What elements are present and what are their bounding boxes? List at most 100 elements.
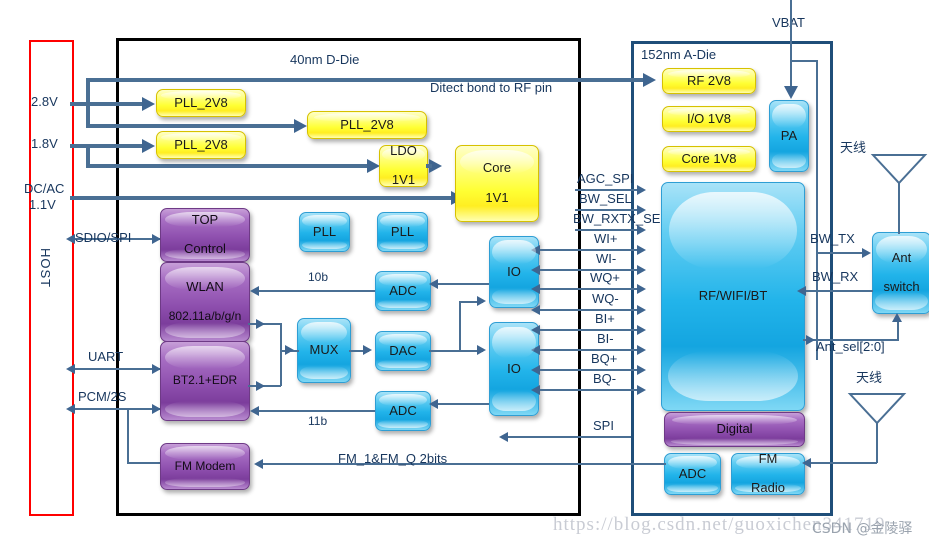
signal-label-bq-plus: BQ+ xyxy=(591,351,618,366)
arrow-adc1-to-wlan xyxy=(250,286,259,296)
block-io-1v8: I/O 1V8 xyxy=(662,106,756,132)
block-adc-1-label: ADC xyxy=(389,282,417,298)
rail-label-dcac: DC/AC xyxy=(24,181,65,196)
arrow-io1-to-adc1 xyxy=(429,279,438,289)
signal-label-wq-plus: WQ+ xyxy=(590,270,620,285)
wire-vbat-down xyxy=(790,0,792,90)
block-ldo-1v1-line2: 1V1 xyxy=(391,172,416,187)
arrow-bw-rxtx-sel xyxy=(637,225,646,235)
block-pll-2v8-a-label: PLL_2V8 xyxy=(174,94,228,110)
arrow-dac-to-io1 xyxy=(477,296,486,306)
block-fm-radio-line1: FM xyxy=(758,453,778,466)
block-digital-label: Digital xyxy=(716,421,753,437)
block-ant-switch-line2: switch xyxy=(883,279,920,295)
label-bw-tx: BW_TX xyxy=(810,231,855,246)
label-pcm-i2s: PCM/2S xyxy=(78,389,127,404)
arrow-bw-rx xyxy=(797,286,806,296)
block-ant-switch-line1: Ant xyxy=(891,249,912,265)
label-sdio-spi: SDIO/SPI xyxy=(75,230,132,245)
arrow-sdio-spi-left xyxy=(66,234,75,244)
block-pll-2-label: PLL xyxy=(390,223,415,239)
block-top-control-label: TOP Control xyxy=(178,211,232,258)
block-core-1v8-label: Core 1V8 xyxy=(681,150,737,166)
wire-adc1-to-wlan xyxy=(256,290,375,292)
block-adc-2: ADC xyxy=(375,391,431,431)
wire-bq-plus xyxy=(537,369,639,371)
arrow-dac-to-io2 xyxy=(477,345,486,355)
block-core-1v1-line1: Core xyxy=(482,160,512,176)
wire-2v8-to-pll2 xyxy=(86,124,296,128)
arrow-wi-plus-r xyxy=(637,245,646,255)
label-ant-sel: Ant_sel[2:0] xyxy=(816,339,885,354)
wire-fm-to-adc-adie xyxy=(631,463,666,465)
block-io-1v8-label: I/O 1V8 xyxy=(686,110,732,126)
block-diagram-canvas: HOST 40nm D-Die 152nm A-Die 2.8V 1.8V DC… xyxy=(0,0,929,539)
wire-antenna-to-fm-radio xyxy=(808,462,840,464)
label-10b: 10b xyxy=(308,270,329,284)
block-io-2-label: IO xyxy=(507,360,521,376)
arrow-vbat-to-pa xyxy=(784,86,798,99)
block-ant-switch: Ant switch xyxy=(872,232,929,314)
block-pll-1-label: PLL xyxy=(312,223,337,239)
block-pll-2v8-b: PLL_2V8 xyxy=(307,111,427,139)
block-core-1v8: Core 1V8 xyxy=(662,146,756,172)
arrow-mux-to-dac xyxy=(363,345,372,355)
block-dac: DAC xyxy=(375,331,431,371)
signal-label-agc-spi: AGC_SPI xyxy=(577,171,634,186)
antenna-top-icon xyxy=(870,154,928,234)
wire-wq-minus xyxy=(537,309,639,311)
block-pll-2v8-b-label: PLL_2V8 xyxy=(340,116,394,132)
arrow-wi-minus-r xyxy=(637,265,646,275)
d-die-label: 40nm D-Die xyxy=(290,52,360,67)
wire-adc2-to-bt xyxy=(256,410,375,412)
block-bt-label: BT2.1+EDR xyxy=(172,373,238,388)
wire-adie-top-rail xyxy=(790,60,818,62)
block-rf-2v8-label: RF 2V8 xyxy=(686,72,732,88)
label-antenna-bottom: 天线 xyxy=(856,371,883,386)
arrow-ant-sel-right xyxy=(806,335,815,345)
wire-pcm-to-fm-modem xyxy=(127,462,161,464)
arrow-bq-minus-r xyxy=(637,385,646,395)
signal-label-spi: SPI xyxy=(593,418,614,433)
block-digital: Digital xyxy=(664,412,805,447)
block-fm-radio-label: FM Radio xyxy=(745,453,791,494)
signal-label-bi-minus: BI- xyxy=(597,331,614,346)
block-core-1v1: Core 1V1 xyxy=(455,145,539,222)
arrow-wq-minus-l xyxy=(531,305,540,315)
antenna-bottom-icon xyxy=(839,393,907,464)
arrow-bi-plus-r xyxy=(637,325,646,335)
block-ldo-1v1-label: LDO 1V1 xyxy=(384,146,423,187)
arrow-antenna-to-fm-radio xyxy=(802,458,811,468)
arrow-2v8-to-pll1 xyxy=(142,97,155,111)
wire-pcm-i2s xyxy=(75,408,160,410)
arrow-2v8-to-pll2 xyxy=(294,119,307,133)
wire-io2-to-adc2 xyxy=(435,403,489,405)
wire-mux-join-v xyxy=(280,323,282,386)
block-pll-1: PLL xyxy=(299,212,350,252)
wire-adie-right-rail xyxy=(816,60,818,360)
block-fm-modem: FM Modem xyxy=(160,443,250,490)
wire-bi-minus xyxy=(537,349,639,351)
block-wlan: WLAN 802.11a/b/g/n xyxy=(160,262,250,342)
wire-1v1-to-core xyxy=(70,196,453,200)
arrow-uart-left xyxy=(66,364,75,374)
arrow-wq-minus-r xyxy=(637,305,646,315)
wire-uart xyxy=(75,368,160,370)
host-label: HOST xyxy=(38,248,53,289)
wire-wi-minus xyxy=(537,269,639,271)
direct-bond-label: Ditect bond to RF pin xyxy=(430,80,553,95)
block-ldo-1v1: LDO 1V1 xyxy=(379,145,428,187)
block-top-control-line1: TOP xyxy=(191,211,219,227)
wire-2v8-branch-down xyxy=(86,102,90,126)
arrow-bw-tx xyxy=(862,248,871,258)
block-wlan-line1: WLAN xyxy=(186,279,224,295)
wire-dac-out xyxy=(429,350,461,352)
wire-dac-split-v xyxy=(459,301,461,351)
arrow-bt-out xyxy=(256,381,265,391)
vbat-label: VBAT xyxy=(772,15,805,30)
block-core-1v1-label: Core 1V1 xyxy=(477,160,517,206)
block-pa-label: PA xyxy=(780,127,798,143)
label-bw-rx: BW_RX xyxy=(812,269,859,284)
block-rf-2v8: RF 2V8 xyxy=(662,68,756,94)
signal-label-bw-sel: BW_SEL xyxy=(579,191,632,206)
